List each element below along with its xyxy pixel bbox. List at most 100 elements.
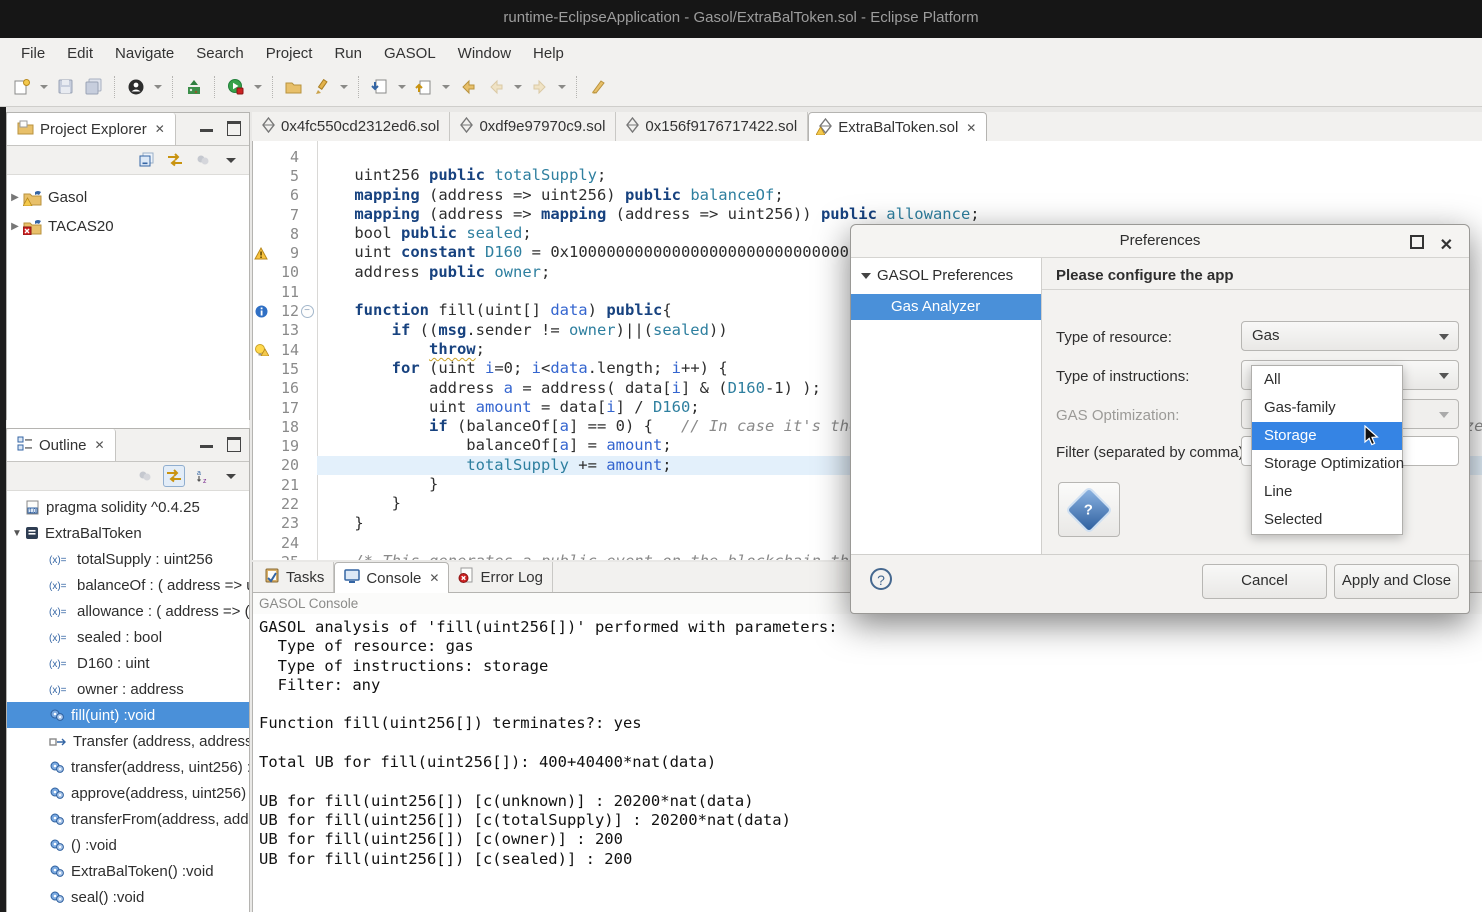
outline-item[interactable]: (x)=balanceOf : ( address => uin — [7, 572, 249, 598]
outline-item[interactable]: approve(address, uint256) :b — [7, 780, 249, 806]
menu-search[interactable]: Search — [185, 41, 255, 66]
dropdown-arrow-icon[interactable] — [514, 85, 522, 89]
tree-item-gasol-preferences[interactable]: GASOL Preferences — [851, 258, 1041, 290]
dropdown-option-all[interactable]: All — [1252, 366, 1402, 394]
dropdown-option-gas-family[interactable]: Gas-family — [1252, 394, 1402, 422]
menu-help[interactable]: Help — [522, 41, 575, 66]
dropdown-option-selected[interactable]: Selected — [1252, 506, 1402, 534]
view-menu-icon[interactable] — [221, 150, 241, 170]
maximize-icon[interactable] — [227, 121, 241, 136]
save-icon[interactable] — [55, 76, 77, 98]
console-tab-tasks[interactable]: Tasks — [255, 562, 334, 592]
maximize-icon[interactable] — [1410, 235, 1424, 249]
outline-item[interactable]: 1.0pragma solidity ^0.4.25 — [7, 494, 249, 520]
dropdown-option-line[interactable]: Line — [1252, 478, 1402, 506]
outline-item[interactable]: (x)=D160 : uint — [7, 650, 249, 676]
link-with-editor-icon[interactable] — [165, 150, 185, 170]
cancel-button[interactable]: Cancel — [1202, 564, 1327, 599]
help-icon[interactable]: ? — [870, 568, 892, 590]
menu-run[interactable]: Run — [323, 41, 373, 66]
project-gasol[interactable]: ▶Gasol — [7, 183, 249, 212]
expander-icon[interactable]: ▶ — [7, 192, 23, 203]
editor-gutter[interactable]: 456789101112−13141516171819202122232425 — [253, 141, 318, 560]
focus-icon[interactable] — [193, 150, 213, 170]
close-icon[interactable]: ✕ — [95, 438, 105, 452]
help-button[interactable]: ? — [1058, 482, 1120, 537]
minimize-icon[interactable] — [200, 125, 213, 132]
outline-item[interactable]: fill(uint) :void — [7, 702, 249, 728]
menu-project[interactable]: Project — [255, 41, 324, 66]
tree-item-gas-analyzer[interactable]: Gas Analyzer — [851, 294, 1041, 320]
expander-icon[interactable]: ▶ — [7, 221, 23, 232]
menu-window[interactable]: Window — [447, 41, 522, 66]
tab-project-explorer[interactable]: Project Explorer ✕ — [7, 113, 176, 145]
menu-edit[interactable]: Edit — [56, 41, 104, 66]
back-pale-icon[interactable] — [485, 76, 507, 98]
type-of-resource-select[interactable]: Gas — [1241, 321, 1459, 351]
editor-tab-ExtraBalToken.sol[interactable]: ExtraBalToken.sol✕ — [808, 112, 987, 142]
outline-item[interactable]: ExtraBalToken() :void — [7, 858, 249, 884]
link-with-editor-icon[interactable] — [163, 465, 185, 487]
dropdown-arrow-icon[interactable] — [340, 85, 348, 89]
close-icon[interactable]: ✕ — [966, 121, 976, 135]
collapse-icon[interactable]: − — [301, 305, 314, 318]
import-doc-icon[interactable] — [369, 76, 391, 98]
marker-icon[interactable] — [311, 76, 333, 98]
outline-item[interactable]: seal() :void — [7, 884, 249, 910]
project-tacas20[interactable]: ▶TACAS20 — [7, 212, 249, 241]
outline-item[interactable]: (x)=sealed : bool — [7, 624, 249, 650]
dropdown-arrow-icon[interactable] — [398, 85, 406, 89]
outline-item[interactable]: (x)=allowance : ( address => ( ad — [7, 598, 249, 624]
expander-icon[interactable]: ▼ — [9, 528, 25, 539]
close-icon[interactable]: ✕ — [155, 122, 165, 136]
outline-item[interactable]: () :void — [7, 832, 249, 858]
console-tab-error-log[interactable]: Error Log — [449, 562, 553, 592]
menu-navigate[interactable]: Navigate — [104, 41, 185, 66]
export-doc-icon[interactable] — [413, 76, 435, 98]
dropdown-arrow-icon[interactable] — [558, 85, 566, 89]
highlighter-icon[interactable] — [587, 76, 609, 98]
collapse-all-icon[interactable] — [137, 150, 157, 170]
editor-tab-0xdf9e97970c9.sol[interactable]: 0xdf9e97970c9.sol — [450, 112, 616, 141]
new-wizard-icon[interactable] — [11, 76, 33, 98]
editor-tab-0x4fc550cd2312ed6.sol[interactable]: 0x4fc550cd2312ed6.sol — [252, 112, 450, 141]
dropdown-arrow-icon[interactable] — [40, 85, 48, 89]
code-line[interactable]: mapping (address => mapping (address => … — [317, 205, 1482, 224]
forward-pale-icon[interactable] — [529, 76, 551, 98]
run-last-icon[interactable] — [225, 76, 247, 98]
open-folder-icon[interactable] — [283, 76, 305, 98]
outline-item[interactable]: (x)=totalSupply : uint256 — [7, 546, 249, 572]
view-menu-icon[interactable] — [221, 466, 241, 486]
minimize-icon[interactable] — [200, 441, 213, 448]
menu-gasol[interactable]: GASOL — [373, 41, 447, 66]
code-line[interactable] — [317, 147, 1482, 166]
editor-tab-0x156f9176717422.sol[interactable]: 0x156f9176717422.sol — [616, 112, 808, 141]
outline-item[interactable]: transferFrom(address, addre — [7, 806, 249, 832]
code-line[interactable]: mapping (address => uint256) public bala… — [317, 186, 1482, 205]
dropdown-arrow-icon[interactable] — [154, 85, 162, 89]
tab-outline[interactable]: Outline ✕ — [7, 429, 116, 461]
outline-item[interactable]: transfer(address, uint256) :v — [7, 754, 249, 780]
maximize-icon[interactable] — [227, 437, 241, 452]
apply-and-close-button[interactable]: Apply and Close — [1334, 564, 1459, 599]
debug-icon[interactable] — [183, 76, 205, 98]
menu-file[interactable]: File — [10, 41, 56, 66]
dropdown-arrow-icon[interactable] — [254, 85, 262, 89]
svg-text:(x)=: (x)= — [49, 555, 67, 565]
fold-marker[interactable]: − — [299, 305, 315, 318]
back-gold-icon[interactable] — [457, 76, 479, 98]
dropdown-option-storage-optimization[interactable]: Storage Optimization — [1252, 450, 1402, 478]
console-tab-console[interactable]: Console✕ — [334, 562, 449, 593]
close-icon[interactable]: ✕ — [429, 571, 439, 585]
line-number: 25 — [269, 553, 299, 560]
outline-item[interactable]: (x)=owner : address — [7, 676, 249, 702]
user-icon[interactable] — [125, 76, 147, 98]
focus-icon[interactable] — [135, 466, 155, 486]
outline-item[interactable]: ▼ExtraBalToken — [7, 520, 249, 546]
console-output[interactable]: GASOL analysis of 'fill(uint256[])' perf… — [253, 614, 1482, 869]
code-line[interactable]: uint256 public totalSupply; — [317, 166, 1482, 185]
dropdown-arrow-icon[interactable] — [442, 85, 450, 89]
sort-az-icon[interactable]: az — [193, 466, 213, 486]
outline-item[interactable]: Transfer (address, address, u — [7, 728, 249, 754]
save-all-icon[interactable] — [83, 76, 105, 98]
